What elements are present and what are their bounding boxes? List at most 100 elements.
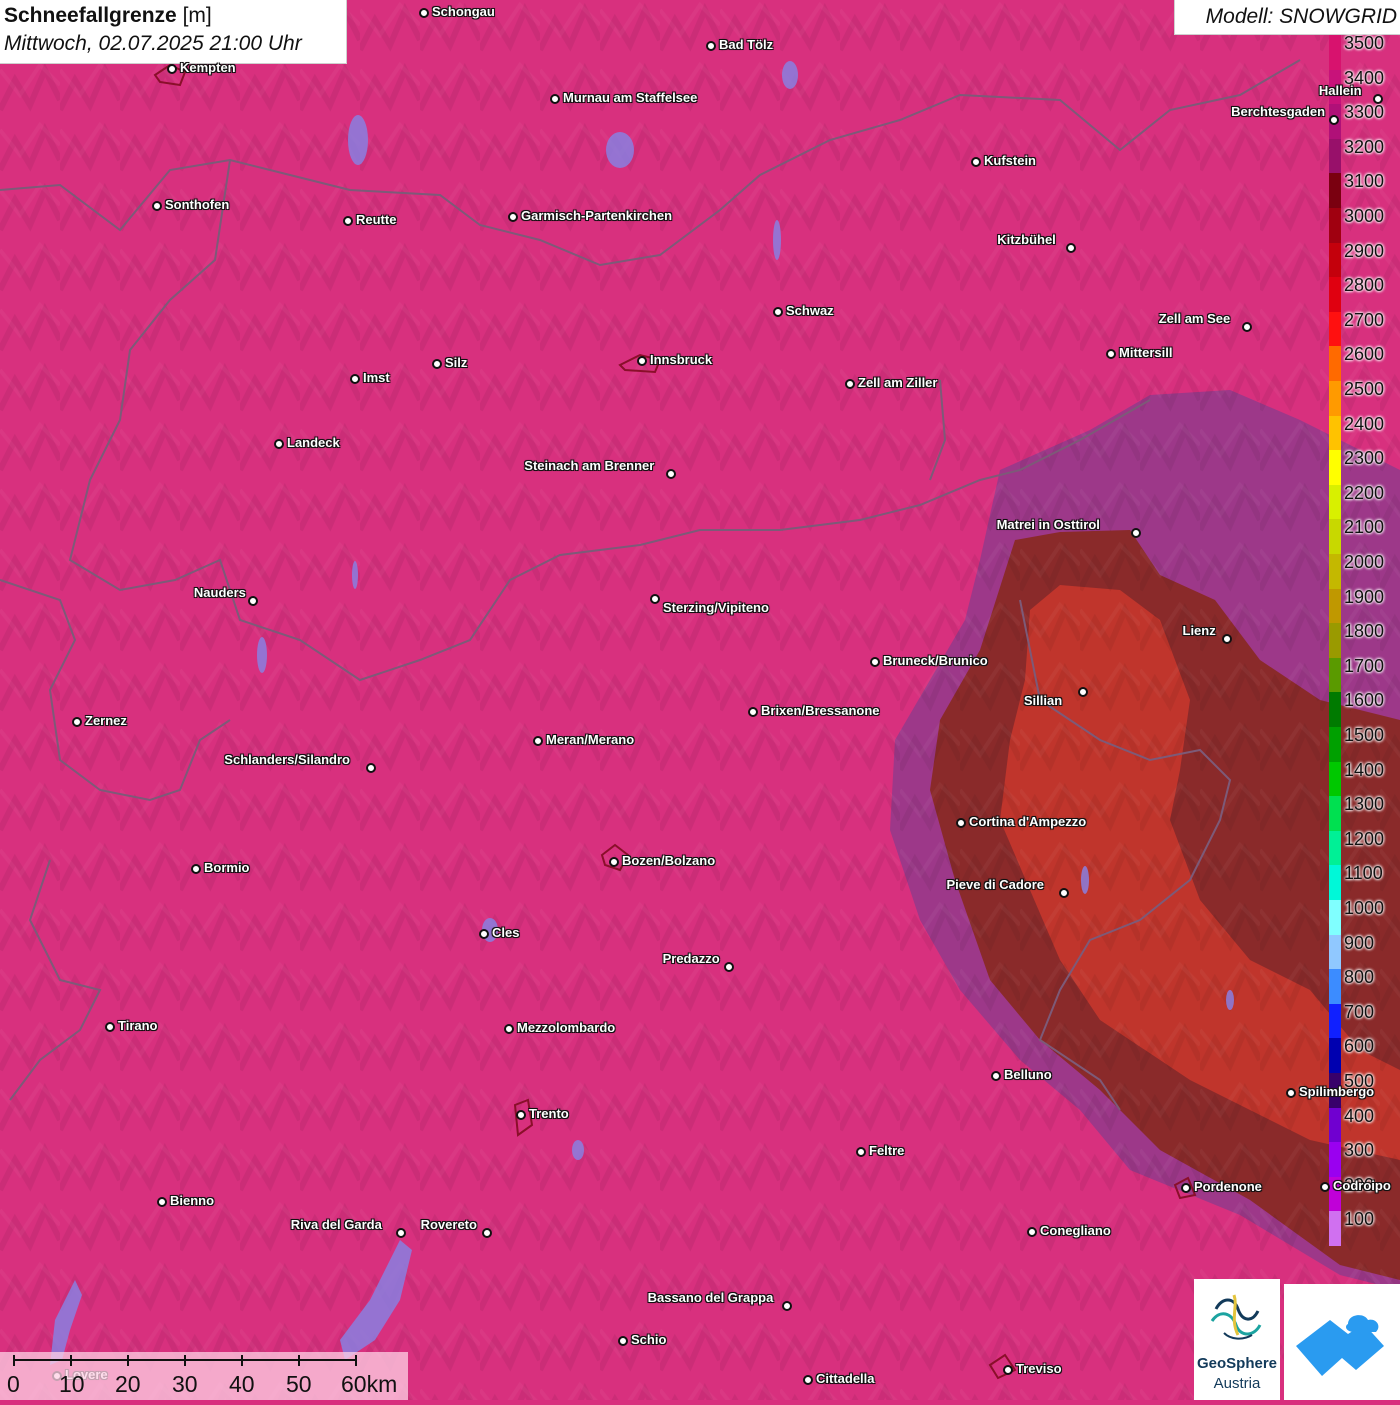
town-label: Schongau <box>432 4 495 19</box>
legend-swatch-800 <box>1329 969 1341 1005</box>
town-marker[interactable] <box>366 763 376 773</box>
town-marker[interactable] <box>105 1022 115 1032</box>
town-marker[interactable] <box>167 64 177 74</box>
town-marker[interactable] <box>248 596 258 606</box>
town-label: Bad Tölz <box>719 37 774 52</box>
town-marker[interactable] <box>396 1228 406 1238</box>
town-marker[interactable] <box>1373 94 1383 104</box>
town-marker[interactable] <box>856 1147 866 1157</box>
legend-swatch-3100 <box>1329 173 1341 209</box>
town-marker[interactable] <box>748 707 758 717</box>
town-marker[interactable] <box>508 212 518 222</box>
town-marker[interactable] <box>350 374 360 384</box>
legend-swatch-3500 <box>1329 35 1341 70</box>
legend-swatch-2400 <box>1329 415 1341 451</box>
map-title: Schneefallgrenze [m] <box>4 4 212 28</box>
town-marker[interactable] <box>803 1375 813 1385</box>
town-label: Feltre <box>869 1143 905 1158</box>
map-datetime: Mittwoch, 02.07.2025 21:00 Uhr <box>4 32 302 55</box>
town-marker[interactable] <box>157 1197 167 1207</box>
town-label: Reutte <box>356 212 397 227</box>
town-marker[interactable] <box>1003 1365 1013 1375</box>
town-marker[interactable] <box>191 864 201 874</box>
legend-label-2200: 2200 <box>1344 482 1385 503</box>
legend-label-1700: 1700 <box>1344 655 1385 676</box>
legend-swatch-2800 <box>1329 277 1341 313</box>
legend-label-600: 600 <box>1344 1036 1375 1057</box>
town-marker[interactable] <box>782 1301 792 1311</box>
legend-swatch-2500 <box>1329 381 1341 416</box>
town-marker[interactable] <box>773 307 783 317</box>
town-marker[interactable] <box>550 94 560 104</box>
town-marker[interactable] <box>1059 888 1069 898</box>
town-marker[interactable] <box>482 1228 492 1238</box>
town-marker[interactable] <box>845 379 855 389</box>
town-marker[interactable] <box>1222 634 1232 644</box>
town-marker[interactable] <box>533 736 543 746</box>
town-marker[interactable] <box>152 201 162 211</box>
town-marker[interactable] <box>432 359 442 369</box>
town-marker[interactable] <box>1286 1088 1296 1098</box>
legend-swatch-1300 <box>1329 796 1341 832</box>
town-marker[interactable] <box>870 657 880 667</box>
legend-swatch-3000 <box>1329 208 1341 243</box>
legend-swatch-2200 <box>1329 484 1341 520</box>
town-marker[interactable] <box>1329 115 1339 125</box>
legend-swatch-1900 <box>1329 588 1341 624</box>
town-label: Cortina d'Ampezzo <box>969 814 1087 829</box>
legend-label-1000: 1000 <box>1344 898 1385 918</box>
town-marker[interactable] <box>991 1071 1001 1081</box>
town-marker[interactable] <box>650 594 660 604</box>
town-marker[interactable] <box>504 1024 514 1034</box>
legend-label-2700: 2700 <box>1344 309 1385 330</box>
town-label: Garmisch-Partenkirchen <box>521 208 673 223</box>
legend-label-2400: 2400 <box>1344 413 1385 434</box>
town-marker[interactable] <box>343 216 353 226</box>
scale-label-10: 10 <box>59 1371 85 1397</box>
title-panel: Schneefallgrenze [m] Mittwoch, 02.07.202… <box>0 0 347 64</box>
legend-swatch-700 <box>1329 1003 1341 1039</box>
legend-label-1600: 1600 <box>1344 690 1385 711</box>
town-marker[interactable] <box>724 962 734 972</box>
scale-label-30: 30 <box>172 1371 198 1397</box>
town-marker[interactable] <box>1066 243 1076 253</box>
town-label: Berchtesgaden <box>1231 104 1326 119</box>
town-marker[interactable] <box>971 157 981 167</box>
town-marker[interactable] <box>479 929 489 939</box>
legend-label-3100: 3100 <box>1344 171 1385 192</box>
town-label: Belluno <box>1004 1067 1052 1082</box>
legend-label-3000: 3000 <box>1344 206 1385 226</box>
town-marker[interactable] <box>706 41 716 51</box>
geosphere-logo[interactable]: GeoSphere Austria <box>1194 1279 1280 1400</box>
town-marker[interactable] <box>516 1110 526 1120</box>
model-panel: Modell: SNOWGRID <box>1174 0 1400 35</box>
town-marker[interactable] <box>609 857 619 867</box>
legend-label-2300: 2300 <box>1344 448 1385 469</box>
geosphere-emblem-icon <box>1210 1294 1262 1340</box>
town-marker[interactable] <box>1027 1227 1037 1237</box>
legend-label-900: 900 <box>1344 932 1375 953</box>
geosphere-name: GeoSphere <box>1196 1355 1278 1372</box>
town-marker[interactable] <box>1242 322 1252 332</box>
town-marker[interactable] <box>1131 528 1141 538</box>
town-marker[interactable] <box>1078 687 1088 697</box>
town-marker[interactable] <box>274 439 284 449</box>
town-marker[interactable] <box>1106 349 1116 359</box>
town-label: Mittersill <box>1119 345 1173 360</box>
town-marker[interactable] <box>618 1336 628 1346</box>
town-label: Imst <box>363 370 390 385</box>
legend-label-700: 700 <box>1344 1001 1375 1022</box>
town-marker[interactable] <box>1181 1183 1191 1193</box>
town-label: Codroipo <box>1333 1178 1391 1193</box>
town-marker[interactable] <box>666 469 676 479</box>
town-marker[interactable] <box>72 717 82 727</box>
town-label: Silz <box>445 355 468 370</box>
legend-label-400: 400 <box>1344 1105 1375 1126</box>
town-marker[interactable] <box>1320 1182 1330 1192</box>
town-label: Treviso <box>1016 1361 1062 1376</box>
app-logo[interactable] <box>1284 1284 1400 1400</box>
town-marker[interactable] <box>956 818 966 828</box>
town-marker[interactable] <box>637 356 647 366</box>
legend-label-100: 100 <box>1344 1209 1375 1230</box>
town-marker[interactable] <box>419 8 429 18</box>
